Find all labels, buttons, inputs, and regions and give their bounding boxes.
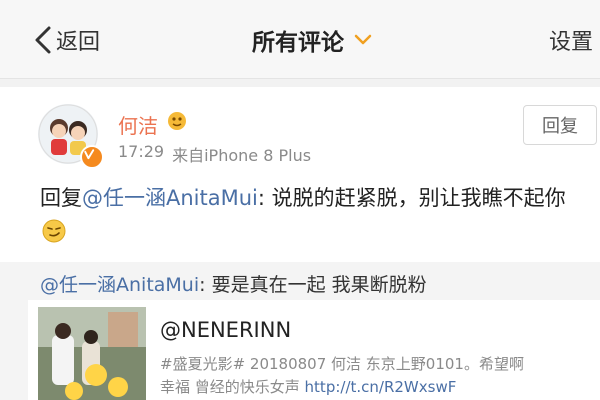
verified-badge-icon [80,145,104,169]
chevron-left-icon [35,26,51,54]
quoted-body: : 要是真在一起 我果断脱粉 [199,274,427,296]
reply-button[interactable]: 回复 [523,105,597,145]
card-link[interactable]: http://t.cn/R2WxswF [305,378,457,396]
comment-body: : 说脱的赶紧脱，别让我瞧不起你 [257,186,566,210]
comment-source: 来自iPhone 8 Plus [172,146,312,165]
smirk-emoji-icon [42,219,66,243]
comment-meta: 17:29 来自iPhone 8 Plus [118,142,311,166]
card-desc-line2: 幸福 曾经的快乐女声 [160,378,305,396]
back-button[interactable]: 返回 [34,22,100,58]
back-label: 返回 [56,30,101,55]
reply-prefix: 回复 [40,186,82,210]
post-thumbnail [38,307,146,400]
nav-bar: 返回 所有评论 设置 [0,0,600,79]
section-divider [0,79,600,87]
settings-button[interactable]: 设置 [549,22,593,58]
quoted-mention[interactable]: @任一涵AnitaMui [40,274,199,296]
page-title-dropdown[interactable]: 所有评论 [252,22,372,58]
medal-icon [168,112,186,130]
chevron-down-icon [354,34,372,45]
quoted-text: @任一涵AnitaMui: 要是真在一起 我果断脱粉 [40,270,427,297]
card-desc-line1: #盛夏光影# 20180807 何洁 东京上野0101。希望啊 [160,355,524,373]
comment-time: 17:29 [118,142,165,161]
page-title: 所有评论 [252,30,344,56]
comment-text: 回复@任一涵AnitaMui: 说脱的赶紧脱，别让我瞧不起你 [40,182,580,248]
card-title[interactable]: @NENERINN [160,318,291,342]
author-name[interactable]: 何洁 [118,110,158,139]
mention-link[interactable]: @任一涵AnitaMui [82,186,258,210]
card-description: #盛夏光影# 20180807 何洁 东京上野0101。希望啊 幸福 曾经的快乐… [160,353,580,399]
